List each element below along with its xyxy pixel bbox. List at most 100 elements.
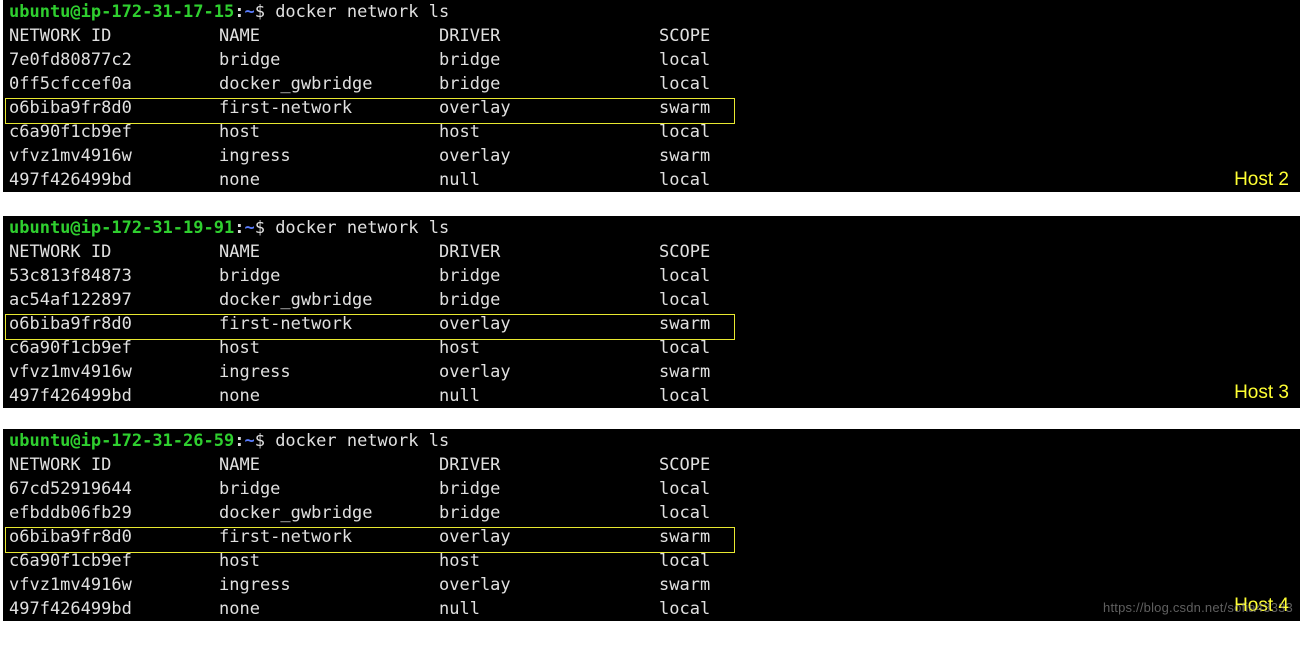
prompt-path: ~	[244, 218, 254, 238]
cell-name: bridge	[219, 479, 439, 499]
cell-name: bridge	[219, 50, 439, 70]
table-row: 497f426499bdnonenulllocal	[3, 168, 1300, 192]
prompt-host: ip-172-31-17-15	[81, 2, 235, 22]
header-name: NAME	[219, 26, 439, 46]
command-text[interactable]: docker network ls	[275, 431, 449, 451]
header-network-id: NETWORK ID	[9, 242, 219, 262]
cell-name: bridge	[219, 266, 439, 286]
cell-network-id: 497f426499bd	[9, 170, 219, 190]
table-row: c6a90f1cb9efhosthostlocal	[3, 549, 1300, 573]
cell-driver: bridge	[439, 50, 659, 70]
table-row: 7e0fd80877c2bridgebridgelocal	[3, 48, 1300, 72]
header-name: NAME	[219, 455, 439, 475]
cell-scope: swarm	[659, 314, 779, 334]
cell-driver: host	[439, 551, 659, 571]
table-header-row: NETWORK IDNAMEDRIVERSCOPE	[3, 240, 1300, 264]
table-row: efbddb06fb29docker_gwbridgebridgelocal	[3, 501, 1300, 525]
cell-name: host	[219, 551, 439, 571]
cell-scope: local	[659, 74, 779, 94]
cell-driver: null	[439, 170, 659, 190]
cell-network-id: 497f426499bd	[9, 599, 219, 619]
host-label: Host 3	[1234, 382, 1289, 404]
table-row: 67cd52919644bridgebridgelocal	[3, 477, 1300, 501]
prompt-host: ip-172-31-26-59	[81, 431, 235, 451]
command-text[interactable]: docker network ls	[275, 218, 449, 238]
cell-scope: swarm	[659, 98, 779, 118]
cell-network-id: 67cd52919644	[9, 479, 219, 499]
cell-scope: local	[659, 479, 779, 499]
host-label: Host 2	[1234, 169, 1289, 191]
prompt-colon: :	[234, 218, 244, 238]
cell-driver: bridge	[439, 479, 659, 499]
cell-scope: local	[659, 338, 779, 358]
cell-network-id: c6a90f1cb9ef	[9, 122, 219, 142]
cell-driver: overlay	[439, 575, 659, 595]
prompt-at: @	[70, 218, 80, 238]
cell-network-id: efbddb06fb29	[9, 503, 219, 523]
prompt-line: ubuntu@ip-172-31-19-91:~$ docker network…	[0, 213, 1303, 240]
prompt-colon: :	[234, 431, 244, 451]
terminal-block: ubuntu@ip-172-31-19-91:~$ docker network…	[0, 213, 1303, 408]
cell-network-id: o6biba9fr8d0	[9, 98, 219, 118]
cell-driver: bridge	[439, 266, 659, 286]
cell-scope: local	[659, 170, 779, 190]
header-network-id: NETWORK ID	[9, 455, 219, 475]
cell-scope: local	[659, 266, 779, 286]
cell-scope: swarm	[659, 575, 779, 595]
prompt-colon: :	[234, 2, 244, 22]
cell-name: ingress	[219, 362, 439, 382]
cell-scope: local	[659, 122, 779, 142]
cell-network-id: 497f426499bd	[9, 386, 219, 406]
cell-scope: local	[659, 599, 779, 619]
table-row: o6biba9fr8d0first-networkoverlayswarm	[3, 96, 1300, 120]
cell-driver: host	[439, 338, 659, 358]
terminal-block: ubuntu@ip-172-31-17-15:~$ docker network…	[0, 0, 1303, 195]
prompt-path: ~	[244, 431, 254, 451]
command-text[interactable]: docker network ls	[275, 2, 449, 22]
cell-scope: swarm	[659, 146, 779, 166]
cell-driver: null	[439, 386, 659, 406]
prompt-dollar: $	[255, 218, 275, 238]
header-network-id: NETWORK ID	[9, 26, 219, 46]
cell-scope: local	[659, 386, 779, 406]
prompt-dollar: $	[255, 2, 275, 22]
table-row: vfvz1mv4916wingressoverlayswarm	[3, 573, 1300, 597]
header-driver: DRIVER	[439, 455, 659, 475]
watermark-text: https://blog.csdn.net/sofia43333	[1103, 600, 1293, 615]
cell-network-id: ac54af122897	[9, 290, 219, 310]
cell-network-id: o6biba9fr8d0	[9, 527, 219, 547]
prompt-user: ubuntu	[9, 2, 70, 22]
cell-scope: swarm	[659, 362, 779, 382]
cell-name: first-network	[219, 314, 439, 334]
cell-network-id: vfvz1mv4916w	[9, 575, 219, 595]
table-row: 0ff5cfccef0adocker_gwbridgebridgelocal	[3, 72, 1300, 96]
table-header-row: NETWORK IDNAMEDRIVERSCOPE	[3, 453, 1300, 477]
table-row: o6biba9fr8d0first-networkoverlayswarm	[3, 525, 1300, 549]
table-row: ac54af122897docker_gwbridgebridgelocal	[3, 288, 1300, 312]
cell-network-id: 7e0fd80877c2	[9, 50, 219, 70]
network-table: NETWORK IDNAMEDRIVERSCOPE67cd52919644bri…	[0, 453, 1303, 621]
header-name: NAME	[219, 242, 439, 262]
cell-driver: null	[439, 599, 659, 619]
table-row: vfvz1mv4916wingressoverlayswarm	[3, 360, 1300, 384]
table-row: c6a90f1cb9efhosthostlocal	[3, 336, 1300, 360]
cell-driver: overlay	[439, 527, 659, 547]
cell-driver: host	[439, 122, 659, 142]
cell-driver: overlay	[439, 146, 659, 166]
prompt-user: ubuntu	[9, 431, 70, 451]
cell-name: none	[219, 170, 439, 190]
cell-driver: bridge	[439, 290, 659, 310]
table-row: o6biba9fr8d0first-networkoverlayswarm	[3, 312, 1300, 336]
cell-network-id: c6a90f1cb9ef	[9, 338, 219, 358]
cell-name: ingress	[219, 575, 439, 595]
cell-name: docker_gwbridge	[219, 503, 439, 523]
cell-scope: local	[659, 290, 779, 310]
network-table: NETWORK IDNAMEDRIVERSCOPE7e0fd80877c2bri…	[0, 24, 1303, 195]
table-row: c6a90f1cb9efhosthostlocal	[3, 120, 1300, 144]
cell-scope: local	[659, 503, 779, 523]
cell-name: none	[219, 386, 439, 406]
cell-driver: overlay	[439, 362, 659, 382]
header-scope: SCOPE	[659, 242, 779, 262]
prompt-path: ~	[244, 2, 254, 22]
cell-name: docker_gwbridge	[219, 74, 439, 94]
